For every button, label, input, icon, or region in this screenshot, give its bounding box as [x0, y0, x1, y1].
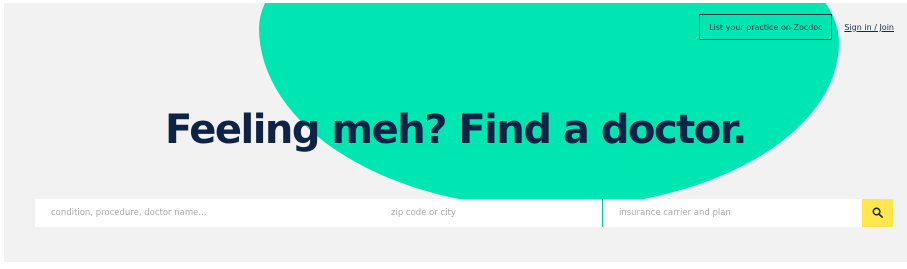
location-input[interactable] [375, 199, 602, 227]
list-practice-button[interactable]: List your practice on Zocdoc [699, 14, 833, 40]
top-nav: List your practice on Zocdoc Sign in / J… [699, 14, 894, 40]
hero-headline: Feeling meh? Find a doctor. [165, 107, 747, 153]
search-icon [872, 206, 883, 221]
search-bar [35, 199, 893, 227]
insurance-input[interactable] [603, 199, 862, 227]
condition-search-input[interactable] [35, 199, 375, 227]
sign-in-link[interactable]: Sign in / Join [844, 23, 894, 32]
search-button[interactable] [862, 199, 893, 227]
